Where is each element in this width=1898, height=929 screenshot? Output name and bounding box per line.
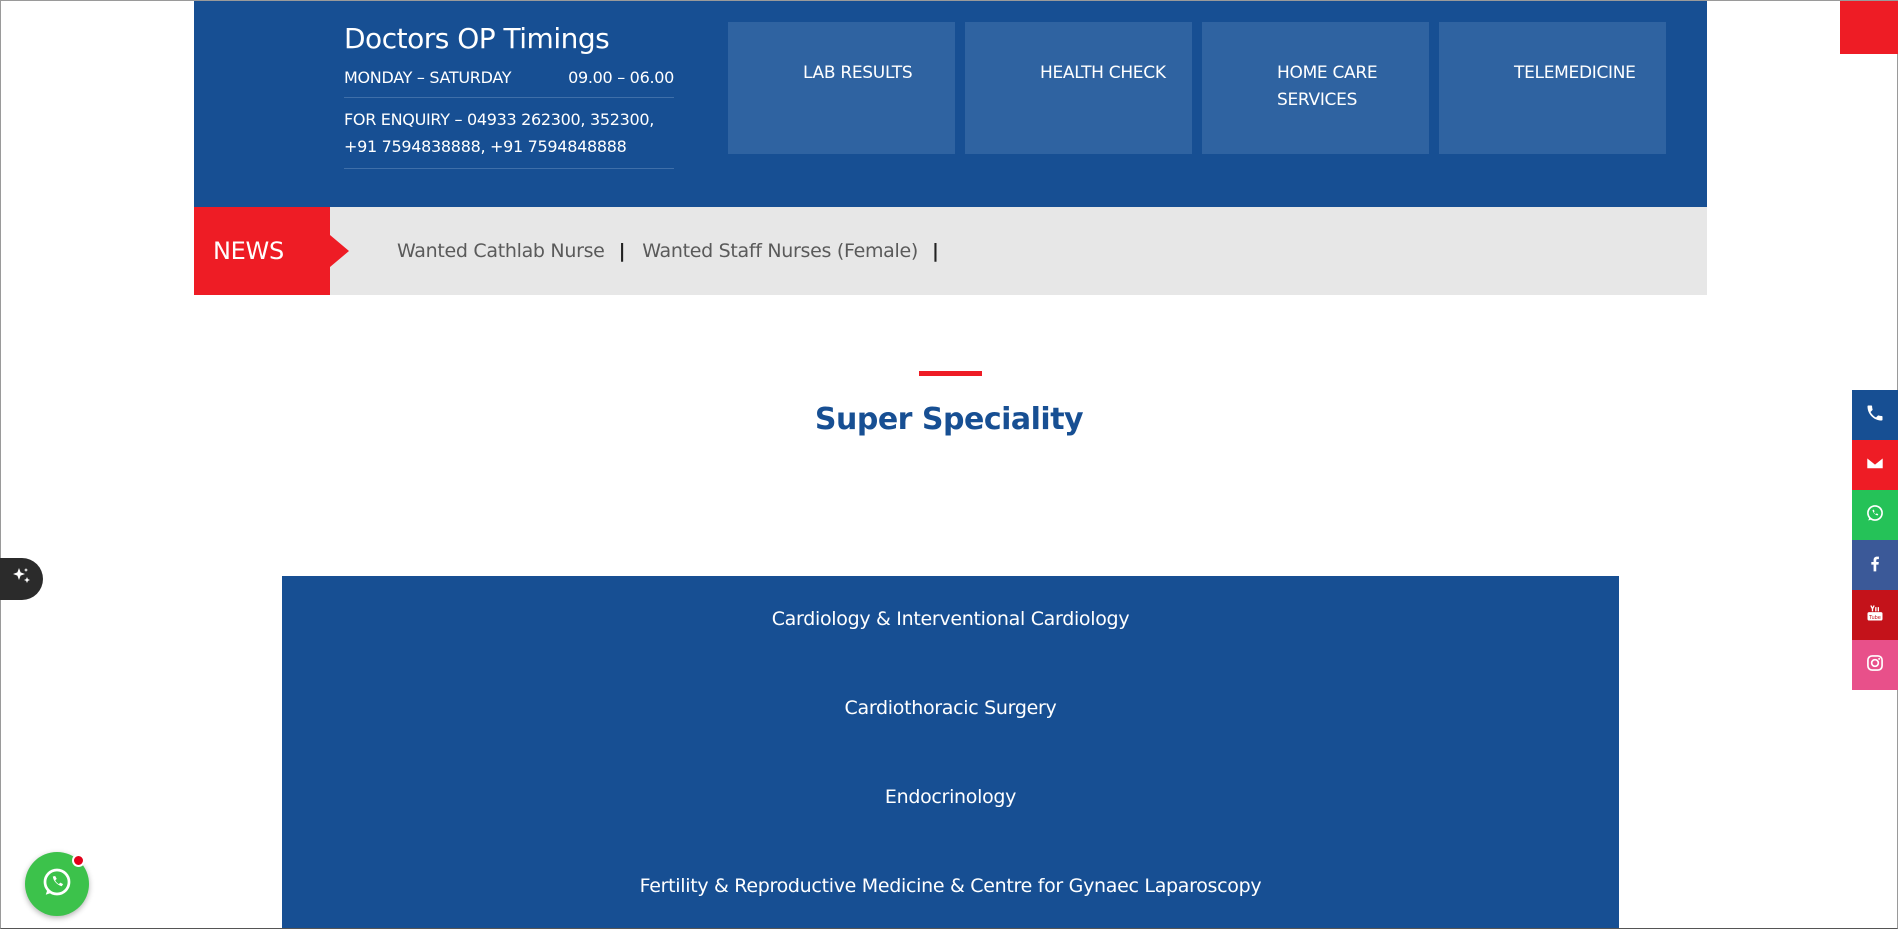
whatsapp-icon bbox=[39, 864, 75, 904]
enquiry-line-1: FOR ENQUIRY – 04933 262300, 352300, bbox=[344, 110, 655, 129]
speciality-item[interactable]: Cardiothoracic Surgery bbox=[282, 697, 1619, 719]
speciality-item[interactable]: Cardiology & Interventional Cardiology bbox=[282, 608, 1619, 630]
instagram-button[interactable] bbox=[1852, 640, 1898, 690]
section-accent-line bbox=[919, 371, 982, 376]
quick-link-home-care[interactable]: HOME CARE SERVICES bbox=[1202, 22, 1429, 154]
op-hours: 09.00 – 06.00 bbox=[568, 68, 674, 87]
quick-link-label: HOME CARE bbox=[1277, 63, 1378, 83]
op-timings-row: MONDAY – SATURDAY 09.00 – 06.00 bbox=[344, 61, 674, 98]
speciality-item[interactable]: Endocrinology bbox=[282, 786, 1619, 808]
speciality-list: Cardiology & Interventional Cardiology C… bbox=[282, 576, 1619, 928]
instagram-icon bbox=[1865, 653, 1885, 677]
quick-links: LAB RESULTS HEALTH CHECK HOME CARE SERVI… bbox=[728, 22, 1666, 154]
whatsapp-icon bbox=[1865, 503, 1885, 527]
quick-link-health-check[interactable]: HEALTH CHECK bbox=[965, 22, 1192, 154]
facebook-button[interactable] bbox=[1852, 540, 1898, 590]
menu-toggle-button[interactable] bbox=[1840, 1, 1898, 54]
quick-link-label-2: SERVICES bbox=[1277, 90, 1358, 110]
youtube-icon: Tube bbox=[1865, 603, 1885, 627]
quick-link-label: HEALTH CHECK bbox=[1040, 63, 1166, 83]
news-arrow-icon bbox=[330, 235, 349, 267]
enquiry-line-2: +91 7594838888, +91 7594848888 bbox=[344, 137, 627, 156]
quick-link-lab-results[interactable]: LAB RESULTS bbox=[728, 22, 955, 154]
notification-dot bbox=[72, 854, 85, 867]
enquiry-info: FOR ENQUIRY – 04933 262300, 352300, +91 … bbox=[344, 98, 674, 169]
news-label: NEWS bbox=[194, 207, 330, 295]
speciality-item[interactable]: Fertility & Reproductive Medicine & Cent… bbox=[282, 875, 1619, 897]
email-button[interactable] bbox=[1852, 440, 1898, 490]
accessibility-button[interactable] bbox=[0, 558, 43, 600]
news-separator: | bbox=[932, 240, 939, 262]
news-items: Wanted Cathlab Nurse | Wanted Staff Nurs… bbox=[397, 207, 956, 295]
phone-icon bbox=[1865, 403, 1885, 427]
news-separator: | bbox=[618, 240, 626, 262]
op-days: MONDAY – SATURDAY bbox=[344, 68, 512, 87]
svg-text:Tube: Tube bbox=[1868, 615, 1881, 621]
op-timings: Doctors OP Timings MONDAY – SATURDAY 09.… bbox=[344, 17, 674, 169]
header-band: Doctors OP Timings MONDAY – SATURDAY 09.… bbox=[194, 1, 1707, 207]
envelope-icon bbox=[1865, 453, 1885, 477]
quick-link-label: LAB RESULTS bbox=[803, 63, 913, 83]
op-timings-title: Doctors OP Timings bbox=[344, 22, 610, 55]
quick-link-telemedicine[interactable]: TELEMEDICINE bbox=[1439, 22, 1666, 154]
phone-button[interactable] bbox=[1852, 390, 1898, 440]
news-item-link[interactable]: Wanted Staff Nurses (Female) bbox=[642, 240, 918, 262]
section-title: Super Speciality bbox=[814, 402, 1084, 437]
whatsapp-button[interactable] bbox=[1852, 490, 1898, 540]
facebook-icon bbox=[1865, 553, 1885, 577]
social-sidebar: Tube bbox=[1852, 390, 1898, 690]
youtube-button[interactable]: Tube bbox=[1852, 590, 1898, 640]
sparkle-icon bbox=[10, 565, 34, 593]
news-ticker: NEWS Wanted Cathlab Nurse | Wanted Staff… bbox=[194, 207, 1707, 295]
quick-link-label: TELEMEDICINE bbox=[1514, 63, 1636, 83]
news-item-link[interactable]: Wanted Cathlab Nurse bbox=[397, 240, 605, 262]
